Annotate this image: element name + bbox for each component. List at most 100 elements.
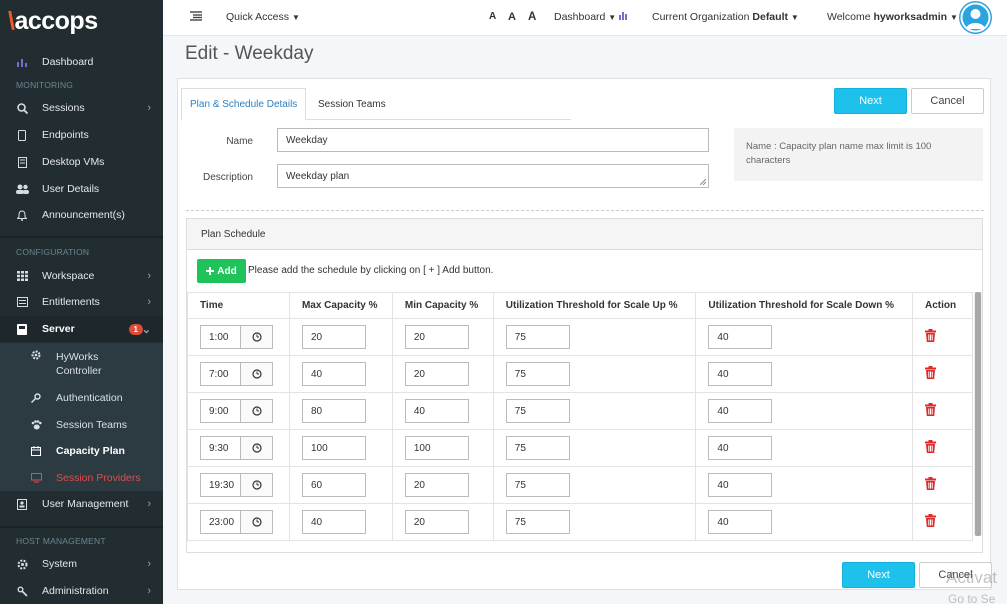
font-size-large[interactable]: A: [528, 11, 536, 23]
caret-down-icon: ▼: [949, 13, 958, 22]
trash-icon[interactable]: [925, 403, 937, 416]
trash-icon[interactable]: [925, 366, 937, 379]
time-input[interactable]: 9:30: [200, 436, 241, 460]
max-capacity-input[interactable]: 20: [301, 325, 366, 349]
organization-dropdown[interactable]: Current Organization Default ▼: [652, 11, 799, 23]
dashboard-dropdown[interactable]: Dashboard ▼: [554, 11, 629, 23]
time-picker[interactable]: 9:00: [200, 399, 273, 423]
sidebar-item-system[interactable]: System ›: [0, 551, 163, 577]
sidebar-item-session-providers[interactable]: Session Providers: [0, 464, 163, 491]
min-capacity-input[interactable]: 20: [404, 473, 469, 497]
tab-plan-schedule-details[interactable]: Plan & Schedule Details: [181, 88, 307, 121]
sidebar-item-session-teams[interactable]: Session Teams: [0, 411, 163, 438]
caret-down-icon: ▼: [608, 13, 617, 22]
chevron-right-icon: ›: [147, 498, 151, 510]
quick-access-dropdown[interactable]: Quick Access ▼: [226, 11, 300, 23]
clock-icon[interactable]: [241, 510, 273, 534]
max-capacity-input[interactable]: 60: [301, 473, 366, 497]
sidebar-item-user-details[interactable]: User Details: [0, 176, 163, 202]
name-input[interactable]: Weekday: [277, 128, 709, 152]
sidebar-item-server[interactable]: Server 1 ⌄: [0, 316, 163, 342]
user-menu[interactable]: Welcome hyworksadmin ▼: [827, 11, 958, 23]
scale-up-threshold-input[interactable]: 75: [505, 510, 570, 534]
min-capacity-input[interactable]: 100: [404, 436, 469, 460]
clock-icon[interactable]: [241, 362, 273, 386]
cancel-button[interactable]: Cancel: [911, 88, 984, 114]
sidebar-item-dashboard[interactable]: Dashboard: [0, 49, 163, 75]
clock-icon[interactable]: [241, 399, 273, 423]
min-capacity-input[interactable]: 20: [404, 325, 469, 349]
time-input[interactable]: 23:00: [200, 510, 241, 534]
scale-down-threshold-input[interactable]: 40: [708, 473, 773, 497]
scale-up-threshold-input[interactable]: 75: [505, 362, 570, 386]
trash-icon[interactable]: [925, 440, 937, 453]
chevron-right-icon: ›: [147, 558, 151, 570]
plus-icon: [206, 267, 215, 275]
org-value: Default: [752, 11, 788, 23]
time-input[interactable]: 7:00: [200, 362, 241, 386]
scrollbar-thumb[interactable]: [975, 292, 981, 536]
max-capacity-input[interactable]: 40: [301, 510, 366, 534]
section-monitoring: MONITORING: [16, 80, 74, 90]
accops-logo[interactable]: \accops: [0, 0, 163, 36]
divider: [186, 210, 984, 211]
font-size-small[interactable]: A: [489, 11, 496, 22]
sidebar-item-announcements[interactable]: Announcement(s): [0, 202, 163, 228]
table-scrollbar[interactable]: [974, 292, 982, 536]
calendar-icon: [28, 446, 44, 456]
trash-icon[interactable]: [925, 514, 937, 527]
min-capacity-input[interactable]: 20: [404, 510, 469, 534]
time-picker[interactable]: 23:00: [200, 510, 273, 534]
menu-toggle-icon[interactable]: [190, 11, 202, 24]
scale-down-threshold-input[interactable]: 40: [708, 325, 773, 349]
max-capacity-input[interactable]: 40: [301, 362, 366, 386]
column-header: Action: [912, 292, 973, 319]
key-icon: [28, 392, 44, 403]
sidebar-item-workspace[interactable]: Workspace ›: [0, 263, 163, 289]
scale-down-threshold-input[interactable]: 40: [708, 436, 773, 460]
trash-icon[interactable]: [925, 329, 937, 342]
font-size-medium[interactable]: A: [508, 11, 516, 23]
sidebar-item-entitlements[interactable]: Entitlements ›: [0, 289, 163, 315]
scale-down-threshold-input[interactable]: 40: [708, 510, 773, 534]
sidebar-item-endpoints[interactable]: Endpoints: [0, 122, 163, 148]
time-picker[interactable]: 1:00: [200, 325, 273, 349]
max-capacity-input[interactable]: 100: [301, 436, 366, 460]
footer-next-button[interactable]: Next: [842, 562, 915, 588]
scale-up-threshold-input[interactable]: 75: [505, 325, 570, 349]
schedule-table: Time Max Capacity % Min Capacity % Utili…: [187, 292, 973, 541]
clock-icon[interactable]: [241, 325, 273, 349]
trash-icon[interactable]: [925, 477, 937, 490]
scale-down-threshold-input[interactable]: 40: [708, 362, 773, 386]
sidebar-item-user-management[interactable]: User Management ›: [0, 491, 163, 517]
next-button[interactable]: Next: [834, 88, 907, 114]
scale-up-threshold-input[interactable]: 75: [505, 399, 570, 423]
search-icon: [14, 102, 30, 114]
sidebar-item-administration[interactable]: Administration ›: [0, 578, 163, 604]
column-header: Max Capacity %: [288, 292, 393, 319]
time-input[interactable]: 9:00: [200, 399, 241, 423]
sidebar-item-authentication[interactable]: Authentication: [0, 384, 163, 411]
time-input[interactable]: 19:30: [200, 473, 241, 497]
min-capacity-input[interactable]: 20: [404, 362, 469, 386]
min-capacity-input[interactable]: 40: [404, 399, 469, 423]
clock-icon[interactable]: [241, 436, 273, 460]
sidebar-item-hyworks-controller[interactable]: HyWorks Controller: [0, 343, 163, 384]
time-picker[interactable]: 9:30: [200, 436, 273, 460]
resize-handle-icon[interactable]: [700, 179, 706, 185]
scale-up-threshold-input[interactable]: 75: [505, 473, 570, 497]
avatar[interactable]: [959, 1, 992, 34]
tab-session-teams[interactable]: Session Teams: [310, 88, 394, 121]
sidebar-item-desktop-vms[interactable]: Desktop VMs: [0, 149, 163, 175]
sidebar-item-capacity-plan[interactable]: Capacity Plan: [0, 438, 163, 464]
time-picker[interactable]: 7:00: [200, 362, 273, 386]
time-picker[interactable]: 19:30: [200, 473, 273, 497]
add-schedule-button[interactable]: Add: [197, 259, 246, 283]
max-capacity-input[interactable]: 80: [301, 399, 366, 423]
scale-up-threshold-input[interactable]: 75: [505, 436, 570, 460]
scale-down-threshold-input[interactable]: 40: [708, 399, 773, 423]
clock-icon[interactable]: [241, 473, 273, 497]
time-input[interactable]: 1:00: [200, 325, 241, 349]
description-textarea[interactable]: Weekday plan: [277, 164, 709, 188]
sidebar-item-sessions[interactable]: Sessions ›: [0, 95, 163, 121]
